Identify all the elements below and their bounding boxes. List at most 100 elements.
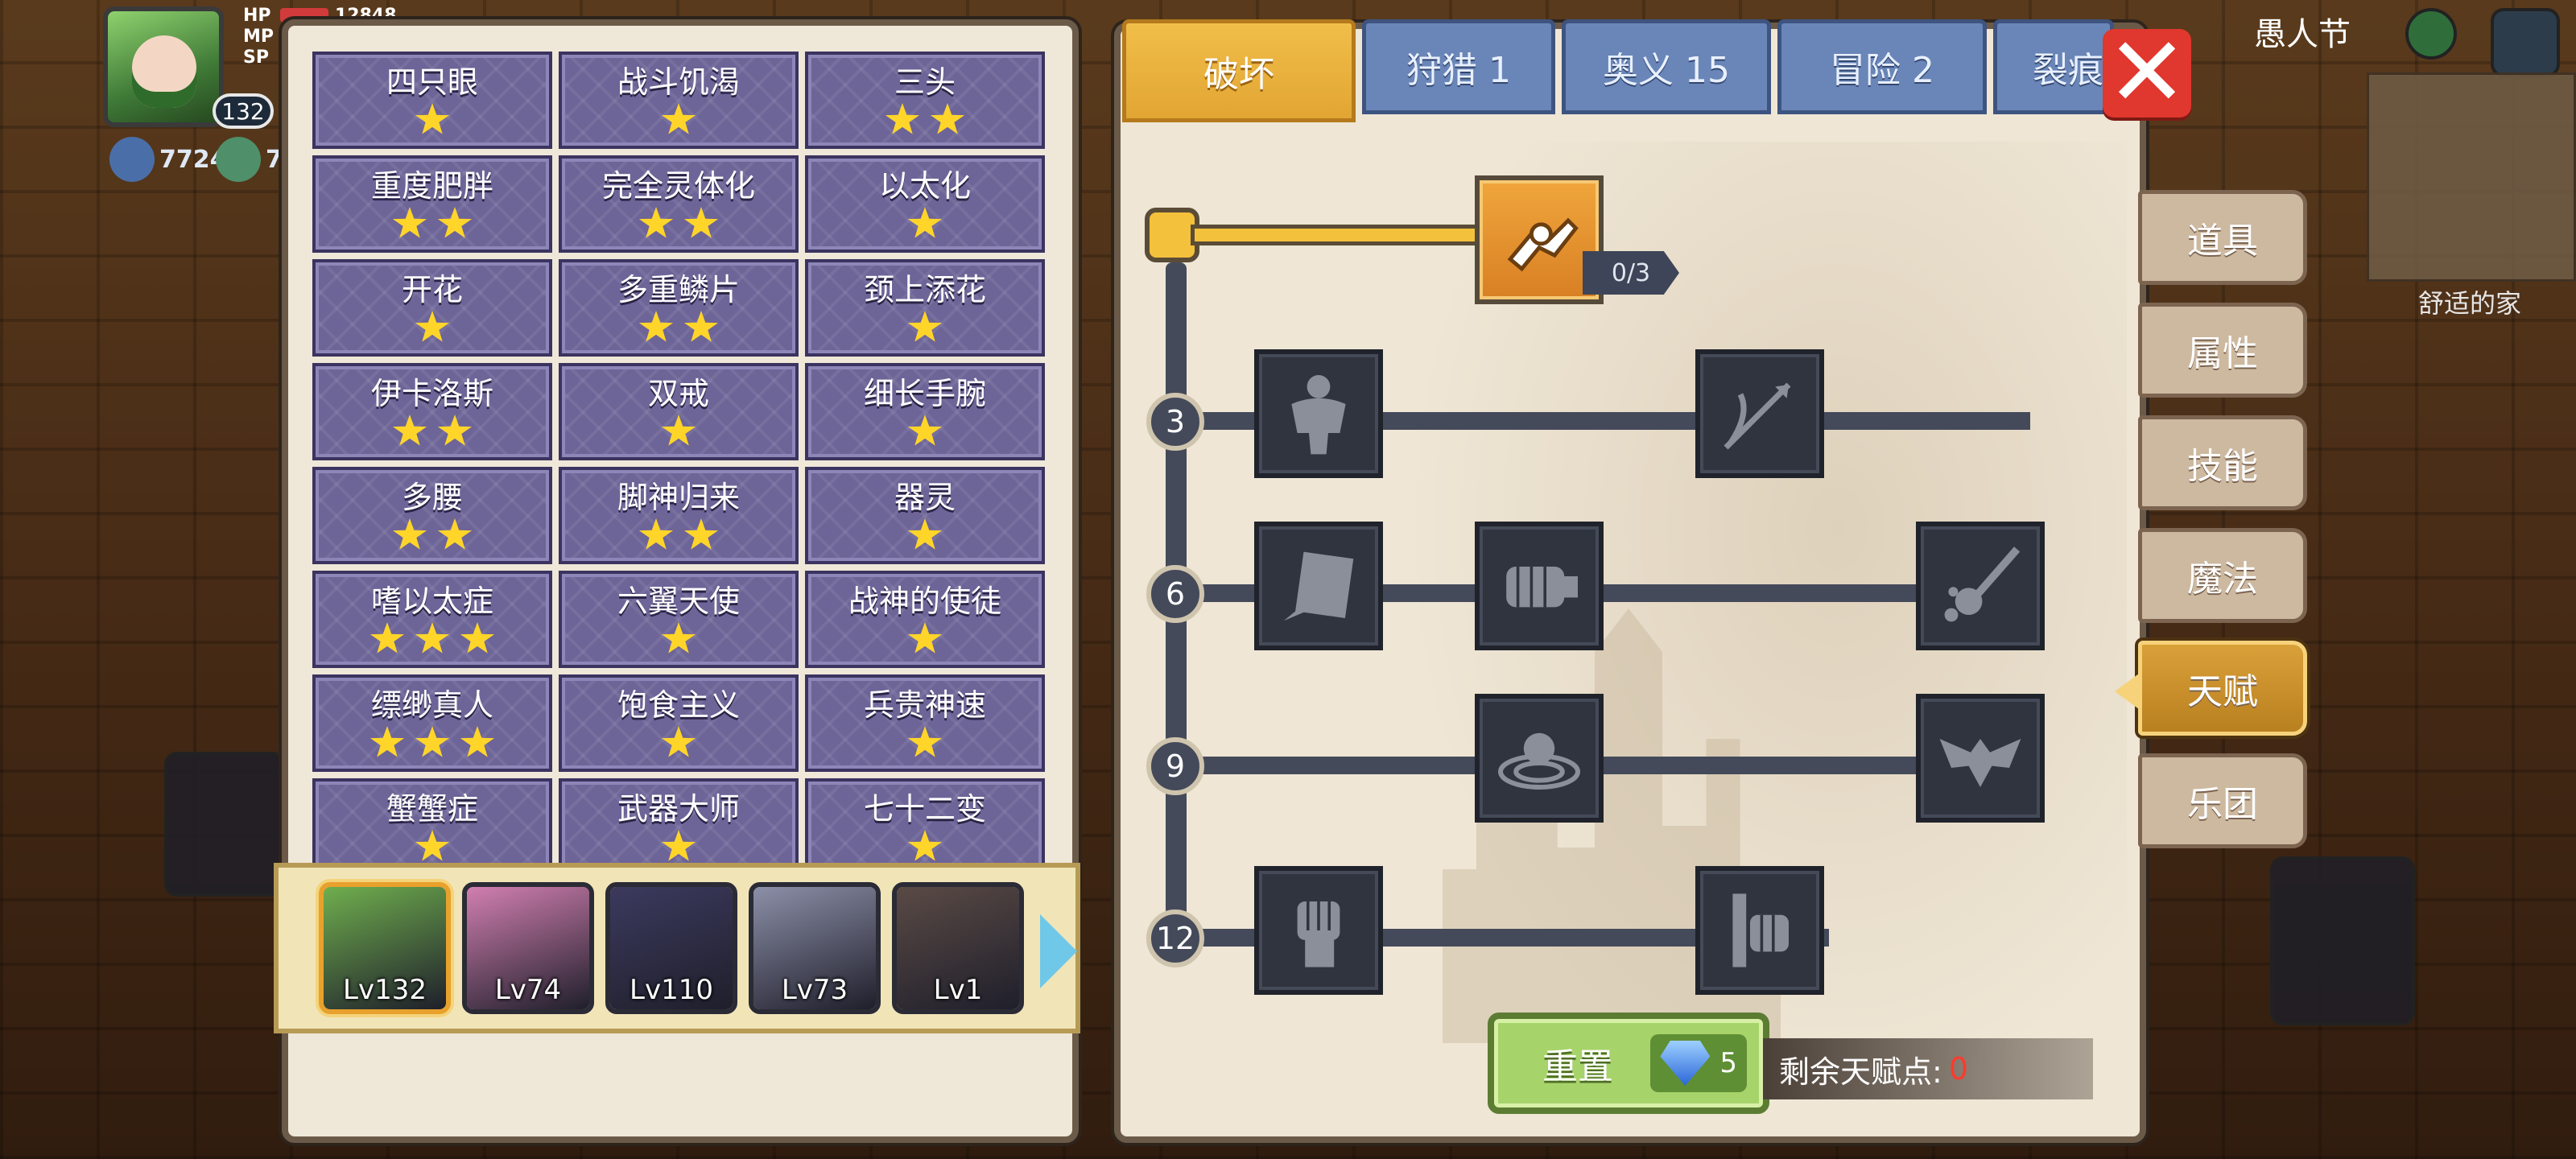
trait-card[interactable]: 以太化 — [805, 155, 1045, 253]
tab-destroy[interactable]: 破坏 — [1122, 19, 1356, 122]
party-member[interactable]: Lv73 — [749, 882, 881, 1014]
tab-arcane[interactable]: 奥义 15 — [1562, 19, 1771, 114]
trait-name: 六翼天使 — [617, 584, 740, 619]
arrow-strike-icon[interactable] — [1695, 349, 1824, 478]
trait-card[interactable]: 器灵 — [805, 467, 1045, 564]
trait-card[interactable]: 完全灵体化 — [559, 155, 799, 253]
party-member[interactable]: Lv132 — [319, 882, 451, 1014]
nav-attributes[interactable]: 属性 — [2138, 303, 2307, 398]
nav-troupe[interactable]: 乐团 — [2138, 753, 2307, 848]
star-icon — [683, 311, 719, 342]
star-icon — [460, 622, 495, 654]
party-next-arrow-icon[interactable] — [1040, 914, 1077, 988]
star-icon — [415, 830, 450, 861]
exit-icon[interactable] — [2491, 8, 2560, 77]
bat-wing-icon[interactable] — [1916, 694, 2045, 823]
star-icon — [437, 518, 473, 550]
trait-name: 伊卡洛斯 — [370, 376, 493, 411]
star-icon — [437, 207, 473, 238]
player-avatar[interactable] — [103, 6, 224, 127]
raised-fist-icon[interactable] — [1254, 866, 1383, 995]
star-icon — [907, 726, 943, 757]
trait-card[interactable]: 蟹蟹症 — [312, 778, 552, 876]
star-icon — [661, 622, 696, 654]
tree-root-node — [1145, 208, 1199, 262]
trait-name: 脚神归来 — [617, 480, 740, 515]
trait-name: 饱食主义 — [617, 687, 740, 723]
sp-label: SP — [243, 47, 269, 68]
ripple-orb-icon[interactable] — [1475, 694, 1604, 823]
back-icon[interactable] — [164, 752, 285, 897]
trait-stars — [907, 830, 943, 864]
bow-weapon-icon[interactable] — [2270, 856, 2415, 1025]
trait-card[interactable]: 细长手腕 — [805, 363, 1045, 460]
talent-count-badge: 0/3 — [1583, 251, 1679, 295]
star-icon — [392, 518, 427, 550]
trait-card[interactable]: 缥缈真人 — [312, 674, 552, 772]
tab-rift[interactable]: 裂痕 — [1993, 19, 2114, 114]
globe-icon[interactable] — [2405, 8, 2457, 60]
minimap[interactable] — [2367, 72, 2576, 282]
reset-cost: 5 — [1650, 1034, 1747, 1092]
fist-punch-icon[interactable] — [1475, 522, 1604, 650]
star-icon — [369, 726, 405, 757]
trait-card[interactable]: 伊卡洛斯 — [312, 363, 552, 460]
trait-name: 嗜以太症 — [370, 584, 493, 619]
party-member[interactable]: Lv110 — [605, 882, 737, 1014]
remaining-points-value: 0 — [1948, 1051, 1968, 1087]
trait-stars — [638, 311, 719, 344]
star-icon — [638, 518, 674, 550]
trait-stars — [661, 415, 696, 448]
member-level: Lv74 — [494, 974, 562, 1006]
grab-hand-icon[interactable] — [1695, 866, 1824, 995]
trait-card[interactable]: 嗜以太症 — [312, 571, 552, 668]
star-icon — [661, 103, 696, 134]
trait-card[interactable]: 武器大师 — [559, 778, 799, 876]
trait-card[interactable]: 三头 — [805, 52, 1045, 149]
trait-card[interactable]: 多腰 — [312, 467, 552, 564]
event-label[interactable]: 愚人节 — [2254, 8, 2351, 55]
star-icon — [661, 830, 696, 861]
talent-tabs: 破坏 狩猎 1 奥义 15 冒险 2 裂痕 — [1122, 19, 2114, 122]
trait-stars — [885, 103, 965, 137]
star-icon — [907, 207, 943, 238]
tab-hunt[interactable]: 狩猎 1 — [1362, 19, 1555, 114]
nav-skills[interactable]: 技能 — [2138, 415, 2307, 510]
trait-card[interactable]: 七十二变 — [805, 778, 1045, 876]
trait-card[interactable]: 颈上添花 — [805, 259, 1045, 357]
trait-card[interactable]: 六翼天使 — [559, 571, 799, 668]
trait-card[interactable]: 四只眼 — [312, 52, 552, 149]
party-member[interactable]: Lv74 — [462, 882, 594, 1014]
nav-magic[interactable]: 魔法 — [2138, 528, 2307, 623]
trait-card[interactable]: 开花 — [312, 259, 552, 357]
star-icon — [392, 415, 427, 446]
blood-splash-icon[interactable] — [1916, 522, 2045, 650]
trait-stars — [907, 311, 943, 344]
reset-button[interactable]: 重置 5 — [1488, 1013, 1769, 1114]
nav-talent[interactable]: 天赋 — [2115, 641, 2307, 736]
trait-card[interactable]: 脚神归来 — [559, 467, 799, 564]
trait-card[interactable]: 双戒 — [559, 363, 799, 460]
location-label: 舒适的家 — [2418, 288, 2522, 319]
star-icon — [415, 622, 450, 654]
nav-items[interactable]: 道具 — [2138, 190, 2307, 285]
feather-icon — [109, 137, 155, 182]
trait-card[interactable]: 兵贵神速 — [805, 674, 1045, 772]
player-level-badge: 132 — [213, 93, 274, 129]
trait-card[interactable]: 饱食主义 — [559, 674, 799, 772]
trait-card[interactable]: 战神的使徒 — [805, 571, 1045, 668]
shield-break-icon[interactable] — [1254, 522, 1383, 650]
tab-adventure[interactable]: 冒险 2 — [1777, 19, 1987, 114]
muscle-body-icon[interactable] — [1254, 349, 1383, 478]
star-icon — [460, 726, 495, 757]
party-member[interactable]: Lv1 — [892, 882, 1024, 1014]
star-icon — [369, 622, 405, 654]
trait-card[interactable]: 多重鳞片 — [559, 259, 799, 357]
trait-card[interactable]: 战斗饥渴 — [559, 52, 799, 149]
star-icon — [907, 518, 943, 550]
trait-name: 武器大师 — [617, 791, 740, 827]
star-icon — [907, 622, 943, 654]
trait-card[interactable]: 重度肥胖 — [312, 155, 552, 253]
close-icon[interactable]: ✕ — [2103, 25, 2191, 122]
star-icon — [638, 311, 674, 342]
